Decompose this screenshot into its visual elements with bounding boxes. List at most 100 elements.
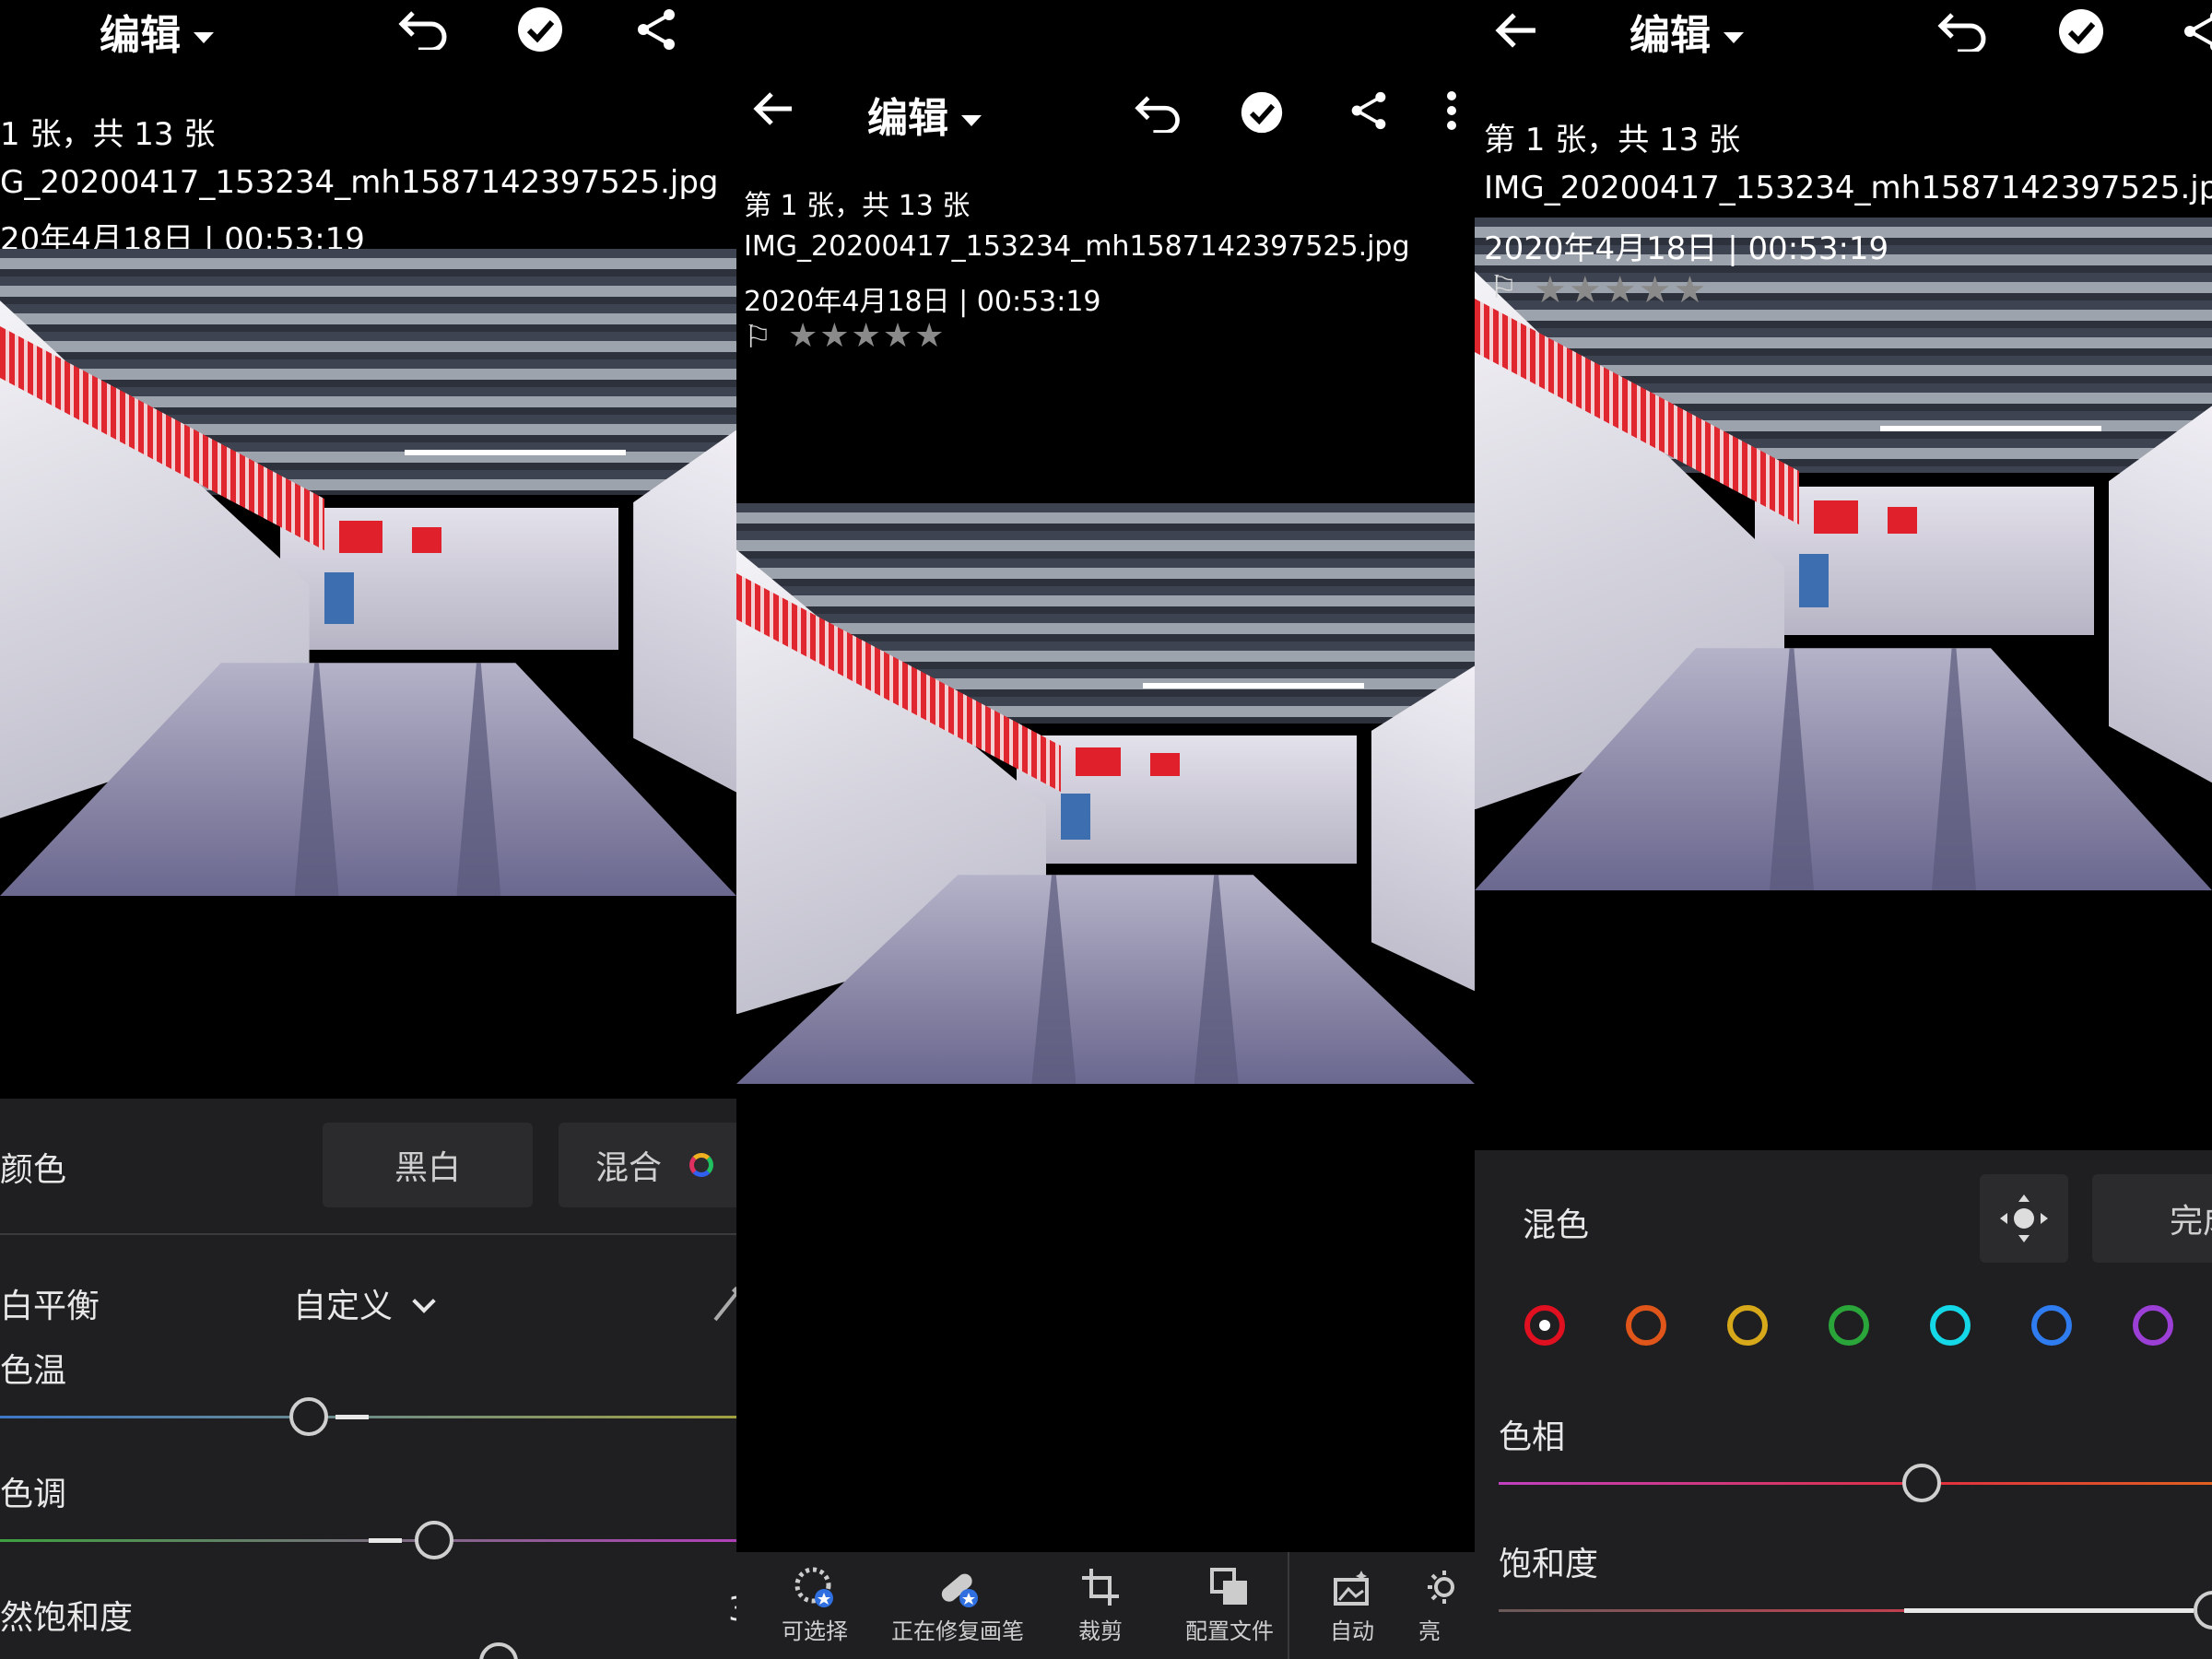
chevron-down-icon [412,1289,437,1313]
photo-counter: 1 张，共 13 张 [0,116,216,153]
back-icon[interactable] [1495,11,1537,50]
photo-preview [1475,218,2212,890]
color-green[interactable] [1829,1305,1869,1346]
target-move-icon [2000,1194,2048,1242]
healing-brush-icon [875,1561,1041,1613]
tool-label: 配置文件 [1185,1618,1274,1644]
vibrance-slider-thumb[interactable] [479,1642,518,1659]
photo-filename: G_20200417_153234_mh1587142397525.jpg [0,164,719,201]
color-adjust-panel: 颜色 黑白 混合 白平衡 自定义 色温 色调 然饱和度 3 [0,1099,736,1659]
wb-label: 白平衡 [0,1288,100,1325]
edit-title: 编辑 [867,95,948,142]
photo-datetime: 2020年4月18日 | 00:53:19 [744,286,1101,318]
color-mix-panel: 混色 完成 色相 饱和度 [1475,1150,2212,1659]
confirm-check-icon[interactable] [516,6,564,53]
color-purple[interactable] [2133,1305,2173,1346]
mix-label: 混色 [1523,1206,1590,1244]
edit-menu-button[interactable]: 编辑 [100,2,214,61]
profiles-icon [1160,1561,1299,1613]
color-blue[interactable] [2031,1305,2072,1346]
light-icon [1418,1561,1474,1613]
rating-stars[interactable]: ★★★★★ [788,317,946,355]
share-icon[interactable] [2181,9,2212,53]
hue-slider-track[interactable] [1499,1482,2212,1485]
photo-preview [736,503,1475,1084]
flag-icon[interactable]: ⚐ [744,319,771,356]
selective-icon [755,1561,875,1613]
mix-button[interactable]: 混合 [559,1123,736,1207]
temp-slider-thumb[interactable] [289,1397,328,1436]
saturation-slider-fill [1904,1608,2194,1613]
tool-label: 亮 [1418,1618,1441,1644]
color-yellow[interactable] [1727,1305,1768,1346]
caret-down-icon [961,115,982,126]
tint-label: 色调 [0,1476,67,1513]
photo-filename: IMG_20200417_153234_mh1587142397525.jpg [1484,170,2212,206]
caret-down-icon [194,32,214,43]
caret-down-icon [1724,32,1744,43]
tool-profiles[interactable]: 配置文件 [1160,1561,1299,1645]
photo-counter: 第 1 张，共 13 张 [744,190,971,222]
screen-panel-3: 编辑 第 1 张，共 13 张 IMG_20200417_153234_mh15… [1475,0,2212,1659]
photo-datetime: 2020年4月18日 | 00:53:19 [1484,230,1889,267]
mix-label: 混合 [595,1149,663,1187]
temp-center-tick [335,1415,369,1419]
done-button[interactable]: 完成 [2092,1174,2212,1263]
color-orange[interactable] [1626,1305,1666,1346]
photo-counter: 第 1 张，共 13 张 [1484,122,1741,159]
screen-panel-1: 编辑 1 张，共 13 张 G_20200417_153234_mh158714… [0,0,736,1659]
section-label: 颜色 [0,1151,67,1189]
temp-label: 色温 [0,1352,67,1390]
share-icon[interactable] [1348,90,1389,131]
color-red[interactable] [1524,1305,1565,1346]
wb-preset-value: 自定义 [293,1288,394,1325]
done-label: 完成 [2170,1203,2212,1241]
undo-icon[interactable] [396,6,452,50]
confirm-check-icon[interactable] [2057,7,2105,55]
tool-label: 正在修复画笔 [891,1618,1024,1644]
saturation-slider-thumb[interactable] [2194,1591,2212,1630]
edit-title: 编辑 [100,12,181,59]
edit-title: 编辑 [1630,12,1711,59]
vibrance-value: 3 [728,1591,736,1629]
photo-preview [0,249,736,896]
tool-auto[interactable]: 自动 [1306,1561,1398,1645]
flag-icon[interactable]: ⚐ [1489,269,1517,306]
saturation-slider-track[interactable] [1499,1609,1904,1612]
bw-button[interactable]: 黑白 [323,1123,533,1207]
undo-icon[interactable] [1936,7,1991,52]
tool-light[interactable]: 亮 [1418,1561,1474,1645]
tool-crop[interactable]: 裁剪 [1050,1561,1151,1645]
color-wheel-icon [689,1153,714,1177]
undo-icon[interactable] [1133,90,1184,133]
selected-dot [1539,1320,1550,1331]
auto-icon [1306,1561,1398,1613]
edit-menu-button[interactable]: 编辑 [1630,2,1744,61]
hue-slider-thumb[interactable] [1902,1464,1941,1502]
more-options-icon[interactable] [1446,90,1457,131]
toolbar-divider [1288,1552,1289,1659]
hue-label: 色相 [1499,1418,1566,1456]
photo-filename: IMG_20200417_153234_mh1587142397525.jpg [744,230,1410,263]
back-icon[interactable] [753,90,794,127]
color-aqua[interactable] [1930,1305,1971,1346]
saturation-label: 饱和度 [1499,1546,1599,1583]
tool-label: 裁剪 [1078,1618,1123,1644]
crop-icon [1050,1561,1151,1613]
edit-menu-button[interactable]: 编辑 [867,85,982,144]
divider [0,1233,736,1235]
share-icon[interactable] [634,7,678,52]
targeted-adjust-button[interactable] [1980,1174,2068,1263]
bottom-toolbar: 可选择 正在修复画笔 裁剪 配置文件 自动 亮 [736,1552,1475,1659]
tool-selective[interactable]: 可选择 [755,1561,875,1645]
confirm-check-icon[interactable] [1240,90,1284,135]
rating-stars[interactable]: ★★★★★ [1534,269,1708,312]
tool-label: 自动 [1330,1618,1374,1644]
tint-center-tick [369,1538,402,1543]
wb-preset-dropdown[interactable]: 自定义 [293,1279,437,1327]
eyedropper-icon[interactable] [710,1283,736,1327]
screen-panel-2: 编辑 第 1 张，共 13 张 IMG_20200417_153234_mh15… [736,0,1475,1659]
tint-slider-thumb[interactable] [415,1521,453,1559]
vibrance-label: 然饱和度 [0,1599,134,1637]
tool-healing-brush[interactable]: 正在修复画笔 [875,1561,1041,1645]
